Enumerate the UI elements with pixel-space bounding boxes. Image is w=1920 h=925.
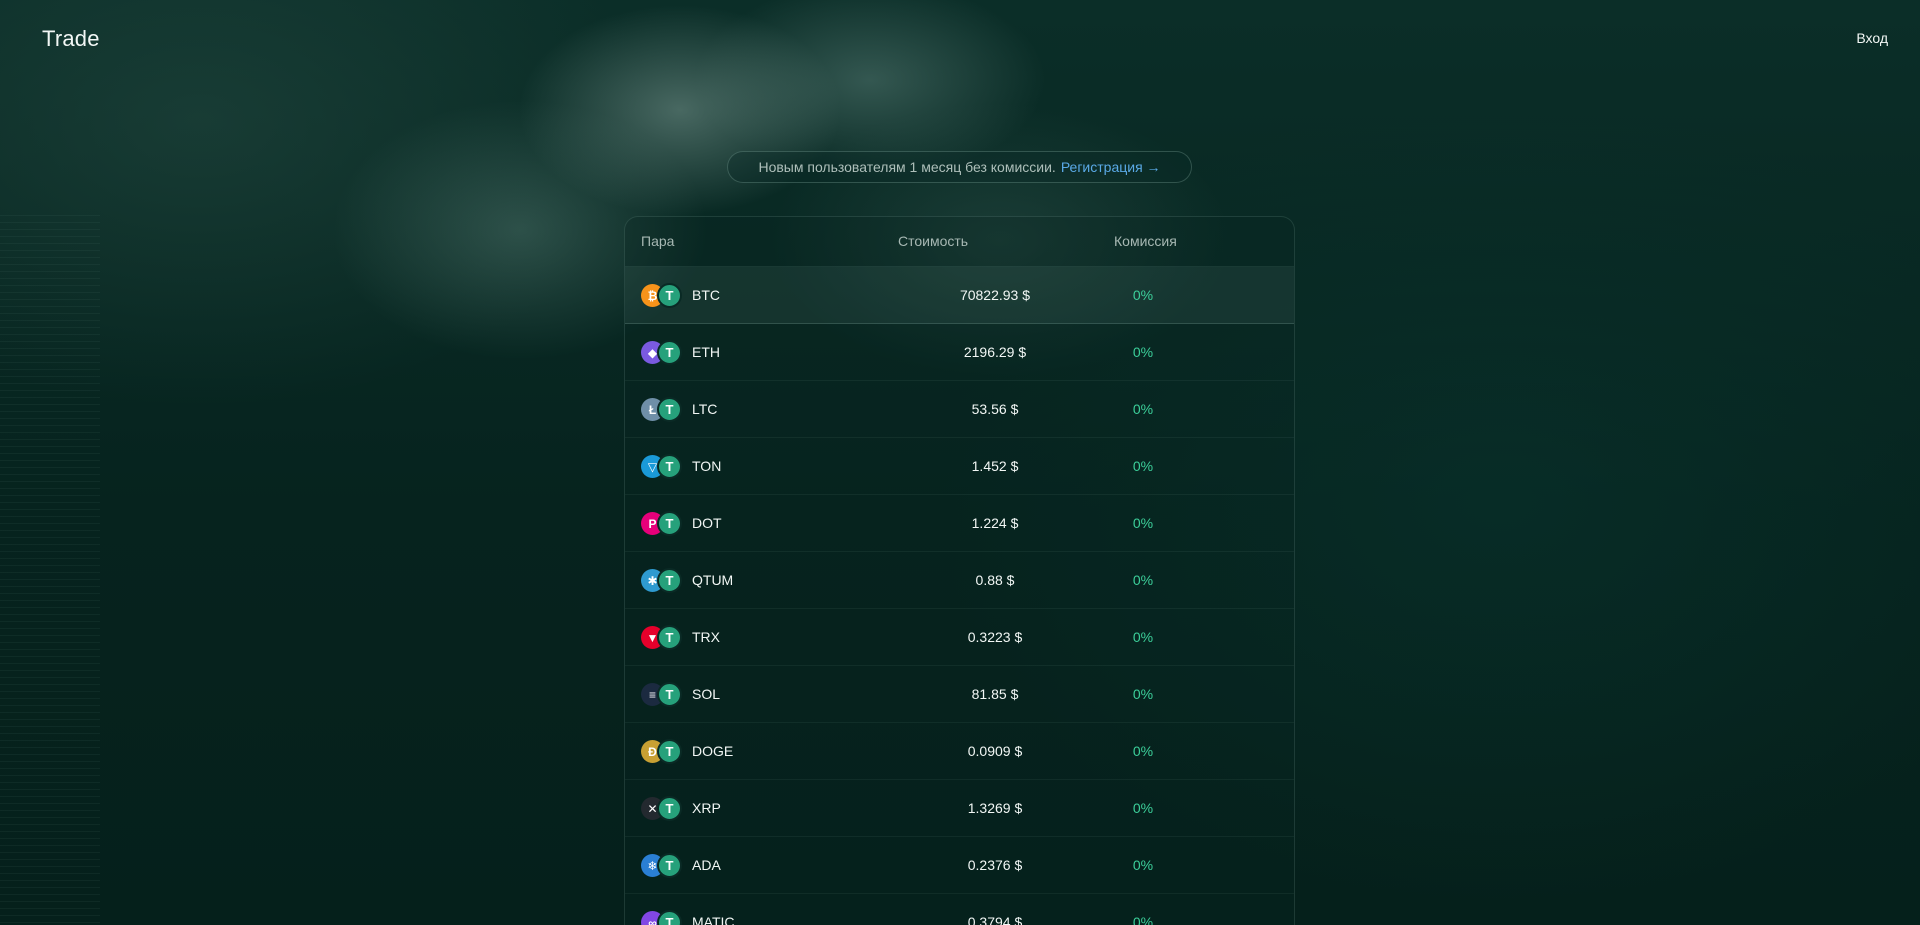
pair-symbol: QTUM	[692, 572, 734, 588]
table-row[interactable]: ✕ T XRP 1.3269 $ 0%	[625, 780, 1294, 837]
pair-price: 0.3794 $	[967, 914, 1023, 925]
table-row[interactable]: ▽ T TON 1.452 $ 0%	[625, 438, 1294, 495]
tether-icon: T	[657, 625, 682, 650]
table-header: Пара Стоимость Комиссия	[625, 217, 1294, 267]
table-row[interactable]: ❄ T ADA 0.2376 $ 0%	[625, 837, 1294, 894]
pair-fee: 0%	[1132, 515, 1154, 531]
pair-fee: 0%	[1132, 401, 1154, 417]
pair-icons: ✱ T	[641, 568, 683, 593]
table-row[interactable]: ≡ T SOL 81.85 $ 0%	[625, 666, 1294, 723]
pair-price: 53.56 $	[971, 401, 1019, 417]
column-header-pair: Пара	[641, 233, 675, 249]
promo-text: Новым пользователям 1 месяц без комиссии…	[758, 159, 1056, 175]
pair-icons: ▽ T	[641, 454, 683, 479]
tether-icon: T	[657, 739, 682, 764]
tether-icon: T	[657, 682, 682, 707]
pair-fee: 0%	[1132, 686, 1154, 702]
pair-fee: 0%	[1132, 344, 1154, 360]
pair-price: 0.2376 $	[967, 857, 1023, 873]
tether-icon: T	[657, 568, 682, 593]
table-row[interactable]: ∞ T MATIC 0.3794 $ 0%	[625, 894, 1294, 925]
pair-symbol: TRX	[692, 629, 720, 645]
pair-icons: ₿ T	[641, 283, 683, 308]
pair-symbol: XRP	[692, 800, 721, 816]
tether-icon: T	[657, 397, 682, 422]
pair-price: 0.3223 $	[967, 629, 1023, 645]
pair-symbol: DOT	[692, 515, 722, 531]
tether-icon: T	[657, 796, 682, 821]
pair-icons: PT	[641, 511, 683, 536]
pairs-table: Пара Стоимость Комиссия ₿ T BTC 70822.93 $ 0…	[624, 216, 1295, 925]
pair-icons: ❄ T	[641, 853, 683, 878]
pair-symbol: ADA	[692, 857, 721, 873]
pair-price: 0.0909 $	[967, 743, 1023, 759]
pair-icons: ✕ T	[641, 796, 683, 821]
pair-price: 1.3269 $	[967, 800, 1023, 816]
login-link[interactable]: Вход	[1856, 30, 1888, 46]
pair-symbol: MATIC	[692, 914, 735, 925]
pair-symbol: TON	[692, 458, 722, 474]
pair-fee: 0%	[1132, 629, 1154, 645]
table-row[interactable]: Ł T LTC 53.56 $ 0%	[625, 381, 1294, 438]
pair-icons: ◆ T	[641, 340, 683, 365]
column-header-fee: Комиссия	[1114, 233, 1177, 249]
pair-price: 70822.93 $	[959, 287, 1031, 303]
pair-fee: 0%	[1132, 800, 1154, 816]
pair-fee: 0%	[1132, 857, 1154, 873]
pair-fee: 0%	[1132, 458, 1154, 474]
pair-fee: 0%	[1132, 743, 1154, 759]
pair-icons: ∞ T	[641, 910, 683, 925]
tether-icon: T	[657, 340, 682, 365]
table-body: ₿ T BTC 70822.93 $ 0% ◆ T ETH 2196.29 $ 0% Ł T LTC 53…	[625, 267, 1294, 925]
pair-fee: 0%	[1132, 914, 1154, 925]
table-row[interactable]: Ð T DOGE 0.0909 $ 0%	[625, 723, 1294, 780]
pair-icons: ≡ T	[641, 682, 683, 707]
pair-symbol: BTC	[692, 287, 720, 303]
tether-icon: T	[657, 283, 682, 308]
table-row[interactable]: ◆ T ETH 2196.29 $ 0%	[625, 324, 1294, 381]
table-row[interactable]: ✱ T QTUM 0.88 $ 0%	[625, 552, 1294, 609]
site-logo[interactable]: Trade	[42, 26, 100, 52]
pair-symbol: LTC	[692, 401, 718, 417]
column-header-price: Стоимость	[898, 233, 969, 249]
pair-icons: ▼ T	[641, 625, 683, 650]
tether-icon: T	[657, 853, 682, 878]
tether-icon: T	[657, 454, 682, 479]
table-row[interactable]: P T DOT 1.224 $ 0%	[625, 495, 1294, 552]
tether-icon: T	[657, 910, 682, 925]
table-row[interactable]: ▼ T TRX 0.3223 $ 0%	[625, 609, 1294, 666]
pair-symbol: DOGE	[692, 743, 734, 759]
pair-symbol: ETH	[692, 344, 720, 360]
pair-fee: 0%	[1132, 572, 1154, 588]
pair-price: 1.224 $	[971, 515, 1019, 531]
pair-price: 0.88 $	[975, 572, 1015, 588]
pair-icons: ŁT	[641, 397, 683, 422]
pair-price: 2196.29 $	[963, 344, 1027, 360]
pair-price: 1.452 $	[971, 458, 1019, 474]
pair-price: 81.85 $	[971, 686, 1019, 702]
pair-icons: ÐT	[641, 739, 683, 764]
pair-fee: 0%	[1132, 287, 1154, 303]
tether-icon: T	[657, 511, 682, 536]
pair-symbol: SOL	[692, 686, 721, 702]
table-row[interactable]: ₿ T BTC 70822.93 $ 0%	[625, 267, 1294, 324]
register-link[interactable]: Регистрация →	[1061, 159, 1161, 175]
promo-banner: Новым пользователям 1 месяц без комиссии…	[727, 151, 1192, 183]
